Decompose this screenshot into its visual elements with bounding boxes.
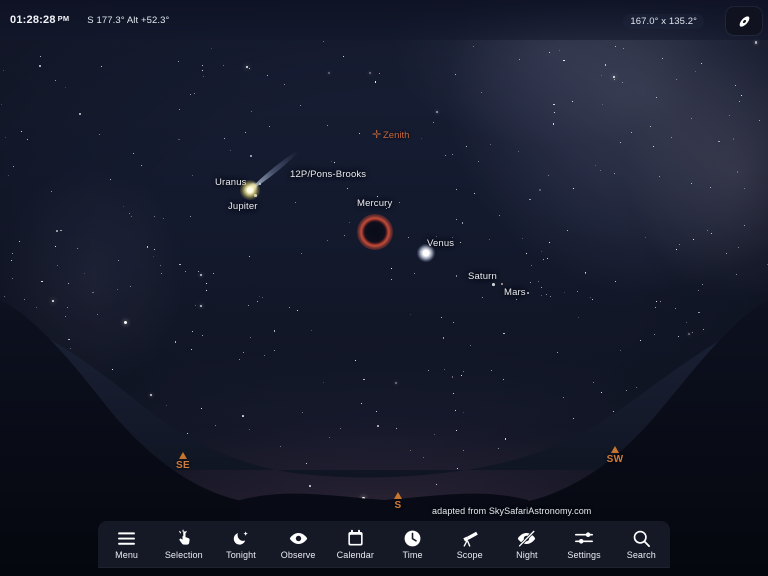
bottom-edge-fill	[0, 568, 768, 576]
toolbar-label-search: Search	[626, 550, 656, 560]
toolbar-label-selection: Selection	[164, 550, 203, 560]
object-dot-saturn[interactable]	[492, 283, 495, 286]
cardinal-triangle-icon	[394, 492, 402, 499]
bottom-toolbar: Menu Selection Tonight Observe Calendar …	[98, 521, 670, 568]
zenith-label: Zenith	[383, 130, 410, 141]
zenith-cross-marker: ✛	[372, 129, 382, 141]
toolbar-item-night[interactable]: Night	[498, 529, 555, 560]
toolbar-item-settings[interactable]: Settings	[556, 529, 613, 560]
moon-star-icon	[232, 529, 250, 547]
toolbar-label-tonight: Tonight	[226, 550, 256, 560]
pointing-hand-icon	[175, 529, 193, 547]
cardinal-label-s: S	[394, 500, 402, 511]
object-label-mars[interactable]: Mars	[504, 287, 526, 298]
toolbar-item-time[interactable]: Time	[384, 529, 441, 560]
cardinal-marker-s: S	[389, 492, 407, 511]
clock-icon	[403, 529, 422, 547]
toolbar-item-search[interactable]: Search	[613, 529, 670, 560]
attribution-text: adapted from SkySafariAstronomy.com	[432, 506, 592, 516]
cardinal-label-se: SE	[176, 460, 190, 471]
toolbar-label-observe: Observe	[280, 550, 316, 560]
field-of-view-readout[interactable]: 167.0° x 135.2°	[623, 14, 704, 29]
magnifier-icon	[632, 529, 651, 547]
cardinal-marker-sw: SW	[602, 446, 628, 465]
object-ring-mercury[interactable]	[357, 214, 393, 250]
object-label-jupiter[interactable]: Jupiter	[228, 201, 258, 212]
object-label-saturn[interactable]: Saturn	[468, 271, 497, 282]
cardinal-triangle-icon	[611, 446, 619, 453]
object-glow-jupiter[interactable]	[240, 180, 260, 200]
toolbar-item-observe[interactable]: Observe	[270, 529, 327, 560]
cardinal-triangle-icon	[179, 452, 187, 459]
toolbar-item-scope[interactable]: Scope	[441, 529, 498, 560]
toolbar-item-tonight[interactable]: Tonight	[212, 529, 269, 560]
object-label-12p-pons-brooks[interactable]: 12P/Pons-Brooks	[290, 169, 366, 180]
toolbar-item-menu[interactable]: Menu	[98, 529, 155, 560]
sliders-icon	[574, 529, 594, 547]
toolbar-label-night: Night	[516, 550, 538, 560]
calendar-icon	[347, 529, 364, 547]
toolbar-item-calendar[interactable]: Calendar	[327, 529, 384, 560]
horizon-terrain	[0, 0, 768, 576]
toolbar-item-selection[interactable]: Selection	[155, 529, 212, 560]
eye-off-icon	[517, 529, 536, 547]
top-status-bar: 01:28:28 PM S 177.3° Alt +52.3° 167.0° x …	[0, 0, 768, 40]
cardinal-label-sw: SW	[606, 454, 624, 465]
toolbar-label-time: Time	[402, 550, 423, 560]
toolbar-label-menu: Menu	[115, 550, 139, 560]
hamburger-menu-icon	[117, 529, 136, 547]
compass-button[interactable]	[726, 7, 762, 35]
object-label-venus[interactable]: Venus	[427, 238, 454, 249]
telescope-icon	[460, 529, 479, 547]
sky-safari-app: ✛ Zenith 12P/Pons-Brooks Uranus Jupiter …	[0, 0, 768, 576]
toolbar-label-calendar: Calendar	[336, 550, 374, 560]
object-label-mercury[interactable]: Mercury	[357, 198, 392, 209]
clock-meridiem: PM	[57, 14, 70, 23]
azimuth-altitude-readout: S 177.3° Alt +52.3°	[87, 14, 170, 26]
clock-time: 01:28:28	[10, 14, 56, 26]
toolbar-label-settings: Settings	[567, 550, 601, 560]
compass-needle-icon	[739, 15, 749, 27]
toolbar-label-scope: Scope	[456, 550, 483, 560]
clock-display[interactable]: 01:28:28 PM	[10, 14, 69, 26]
cardinal-marker-se: SE	[171, 452, 195, 471]
eye-icon	[289, 529, 308, 547]
